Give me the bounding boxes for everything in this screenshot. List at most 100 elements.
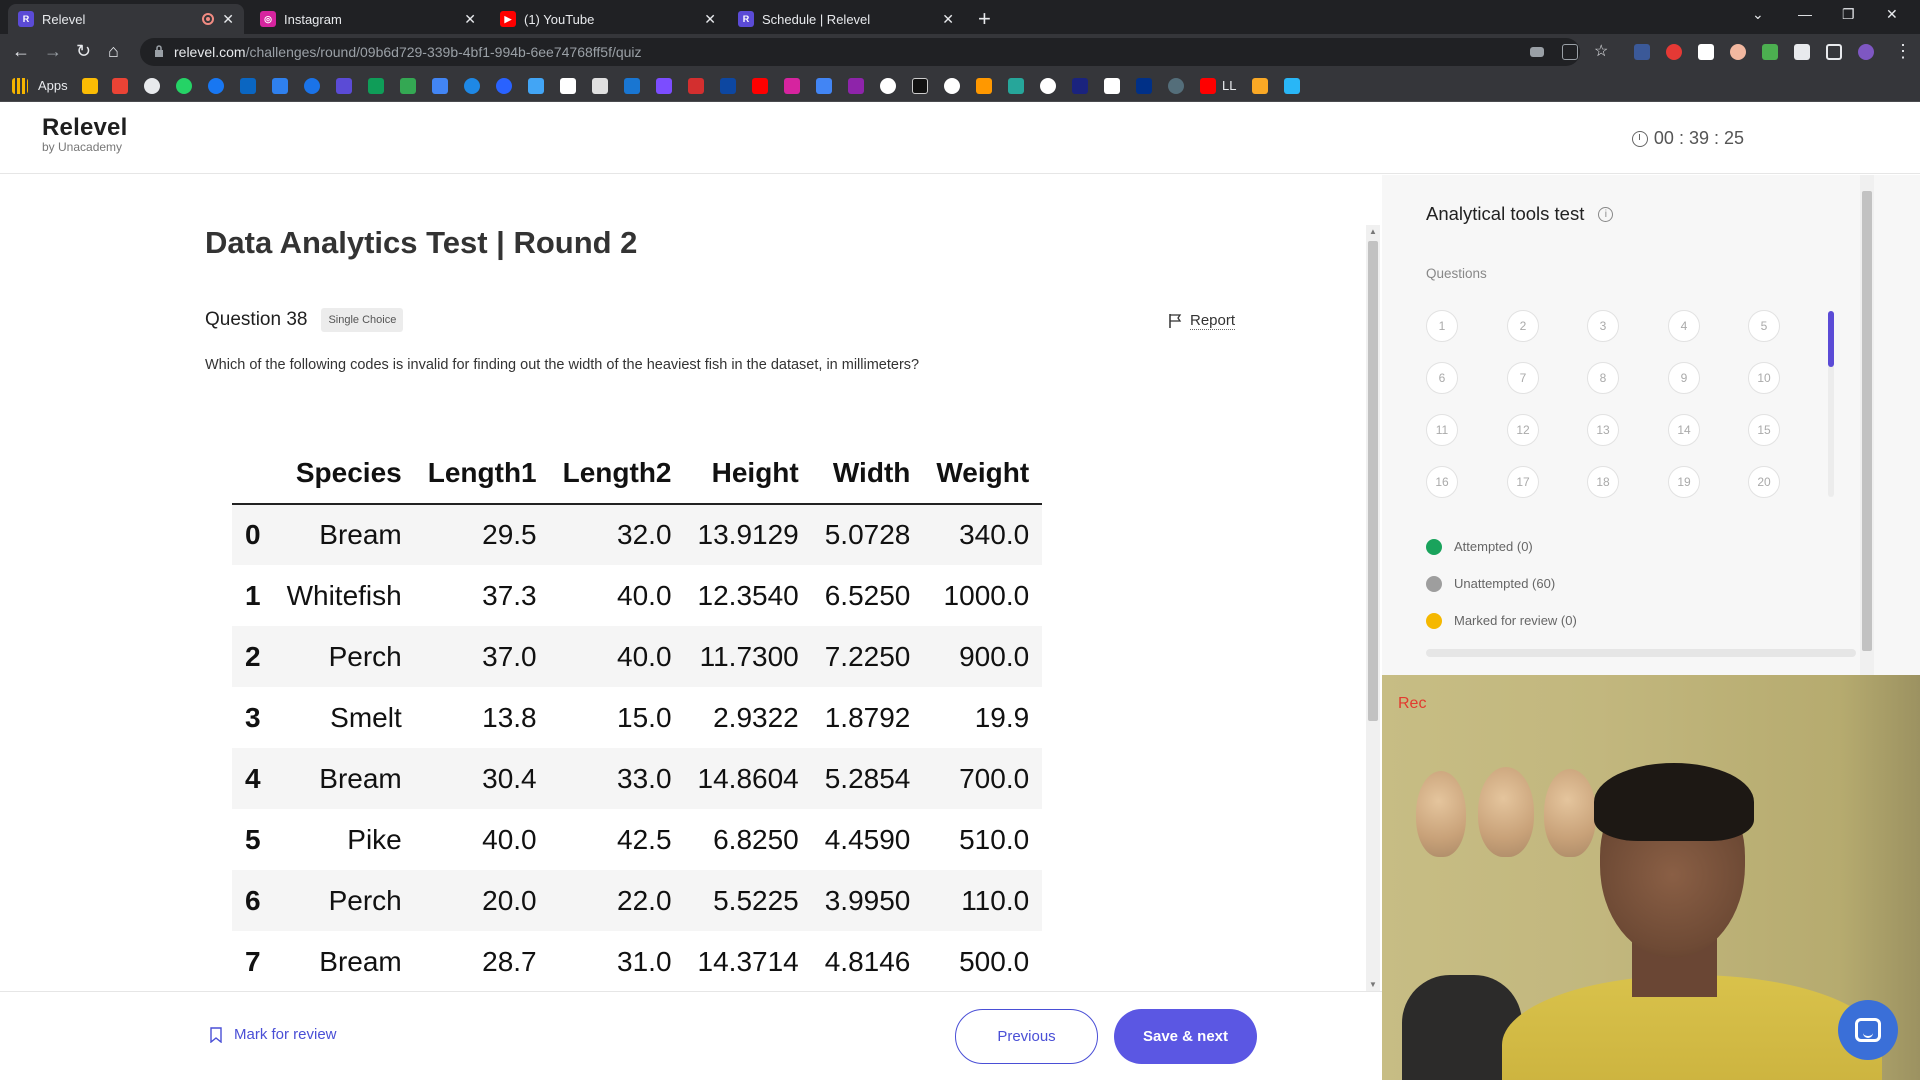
forward-icon[interactable]: → [44,42,62,60]
restore-icon[interactable]: ❐ [1842,6,1855,23]
database-icon[interactable] [1284,78,1300,94]
bookmark-icon[interactable] [1168,78,1184,94]
question-dot[interactable]: 5 [1748,310,1780,342]
bookmark-folder-icon[interactable] [82,78,98,94]
github-icon[interactable] [944,78,960,94]
close-window-icon[interactable]: ✕ [1886,6,1898,23]
bookmark-ll[interactable]: LL [1222,78,1236,93]
chat-support-button[interactable] [1838,1000,1898,1060]
url-input[interactable]: relevel.com/challenges/round/09b6d729-33… [140,38,1580,66]
question-dot[interactable]: 18 [1587,466,1619,498]
relevel-logo[interactable]: Relevel by Unacademy [42,114,127,154]
bookmark-icon[interactable] [688,78,704,94]
scrollbar-thumb[interactable] [1368,241,1378,721]
question-dot[interactable]: 4 [1668,310,1700,342]
minimize-icon[interactable]: — [1798,6,1812,22]
question-dot[interactable]: 14 [1668,414,1700,446]
bookmark-icon[interactable] [1008,78,1024,94]
tab-schedule-relevel[interactable]: R Schedule | Relevel ✕ [728,4,964,34]
sidepanel-icon[interactable] [1826,44,1842,60]
question-dot[interactable]: 3 [1587,310,1619,342]
home-icon[interactable]: ⌂ [108,42,119,60]
whatsapp-icon[interactable] [176,78,192,94]
question-dot[interactable]: 7 [1507,362,1539,394]
reload-icon[interactable]: ↻ [76,42,91,60]
tab-search-icon[interactable]: ⌄ [1752,6,1764,23]
bookmark-icon[interactable] [1104,78,1120,94]
question-dot[interactable]: 9 [1668,362,1700,394]
question-dot[interactable]: 20 [1748,466,1780,498]
question-dot[interactable]: 2 [1507,310,1539,342]
bookmark-icon[interactable] [272,78,288,94]
question-dot[interactable]: 11 [1426,414,1458,446]
question-dot[interactable]: 17 [1507,466,1539,498]
bookmark-icon[interactable] [304,78,320,94]
youtube-icon[interactable] [752,78,768,94]
question-grid-scrollbar[interactable] [1828,311,1834,497]
question-dot[interactable]: 6 [1426,362,1458,394]
close-tab-icon[interactable]: ✕ [704,11,716,28]
scroll-up-icon[interactable]: ▲ [1369,227,1377,236]
bookmark-icon[interactable] [496,78,512,94]
bookmark-icon[interactable] [592,78,608,94]
bookmark-apps[interactable]: Apps [38,78,68,93]
paypal-icon[interactable] [1136,78,1152,94]
question-dot[interactable]: 16 [1426,466,1458,498]
save-and-next-button[interactable]: Save & next [1114,1009,1257,1064]
bookmark-icon[interactable] [1040,78,1056,94]
bookmark-icon[interactable] [432,78,448,94]
question-dot[interactable]: 8 [1587,362,1619,394]
share-icon[interactable] [1562,44,1578,60]
extension-icon[interactable] [1730,44,1746,60]
bookmark-icon[interactable] [464,78,480,94]
bookmark-icon[interactable] [720,78,736,94]
question-dot[interactable]: 10 [1748,362,1780,394]
facebook-icon[interactable] [208,78,224,94]
report-button[interactable]: Report [1168,312,1236,330]
translate-icon[interactable] [816,78,832,94]
scroll-down-icon[interactable]: ▼ [1369,980,1377,989]
instagram-icon[interactable] [784,78,800,94]
bookmark-icon[interactable] [848,78,864,94]
youtube-icon[interactable] [1200,78,1216,94]
bookmark-icon[interactable] [400,78,416,94]
gmail-icon[interactable] [112,78,128,94]
kebab-menu-icon[interactable]: ⋮ [1894,42,1912,60]
question-scrollbar[interactable]: ▲ ▼ [1366,225,1380,991]
extension-icon[interactable] [1698,44,1714,60]
bookmark-icon[interactable] [624,78,640,94]
settings-icon[interactable] [144,78,160,94]
bookmark-icon[interactable] [656,78,672,94]
bookmark-icon[interactable] [880,78,896,94]
question-dot[interactable]: 15 [1748,414,1780,446]
tab-relevel[interactable]: R Relevel ✕ [8,4,244,34]
avatar[interactable] [1858,44,1874,60]
question-dot[interactable]: 19 [1668,466,1700,498]
bookmark-star-icon[interactable]: ☆ [1594,44,1610,60]
close-tab-icon[interactable]: ✕ [942,11,954,28]
cloud-icon[interactable] [528,78,544,94]
new-tab-icon[interactable]: + [978,6,991,32]
linkedin-icon[interactable] [240,78,256,94]
camera-icon[interactable] [1530,47,1544,57]
bookmark-icon[interactable] [912,78,928,94]
extension-icon[interactable] [1634,44,1650,60]
amazon-icon[interactable] [560,78,576,94]
bookmark-icon[interactable] [1252,78,1268,94]
adblock-icon[interactable] [1666,44,1682,60]
back-icon[interactable]: ← [12,42,30,60]
relevel-bookmark-icon[interactable] [336,78,352,94]
previous-button[interactable]: Previous [955,1009,1098,1064]
bookmark-icon[interactable] [368,78,384,94]
puzzle-icon[interactable] [1794,44,1810,60]
tab-youtube[interactable]: ▶ (1) YouTube ✕ [490,4,726,34]
tab-instagram[interactable]: ◎ Instagram ✕ [250,4,486,34]
close-tab-icon[interactable]: ✕ [222,11,234,28]
bookmark-icon[interactable] [976,78,992,94]
side-horizontal-scrollbar[interactable] [1426,649,1856,657]
info-icon[interactable]: i [1598,206,1614,222]
extension-icon[interactable] [1762,44,1778,60]
scrollbar-thumb[interactable] [1828,311,1834,367]
question-dot[interactable]: 1 [1426,310,1458,342]
mark-for-review-button[interactable]: Mark for review [210,1026,337,1043]
